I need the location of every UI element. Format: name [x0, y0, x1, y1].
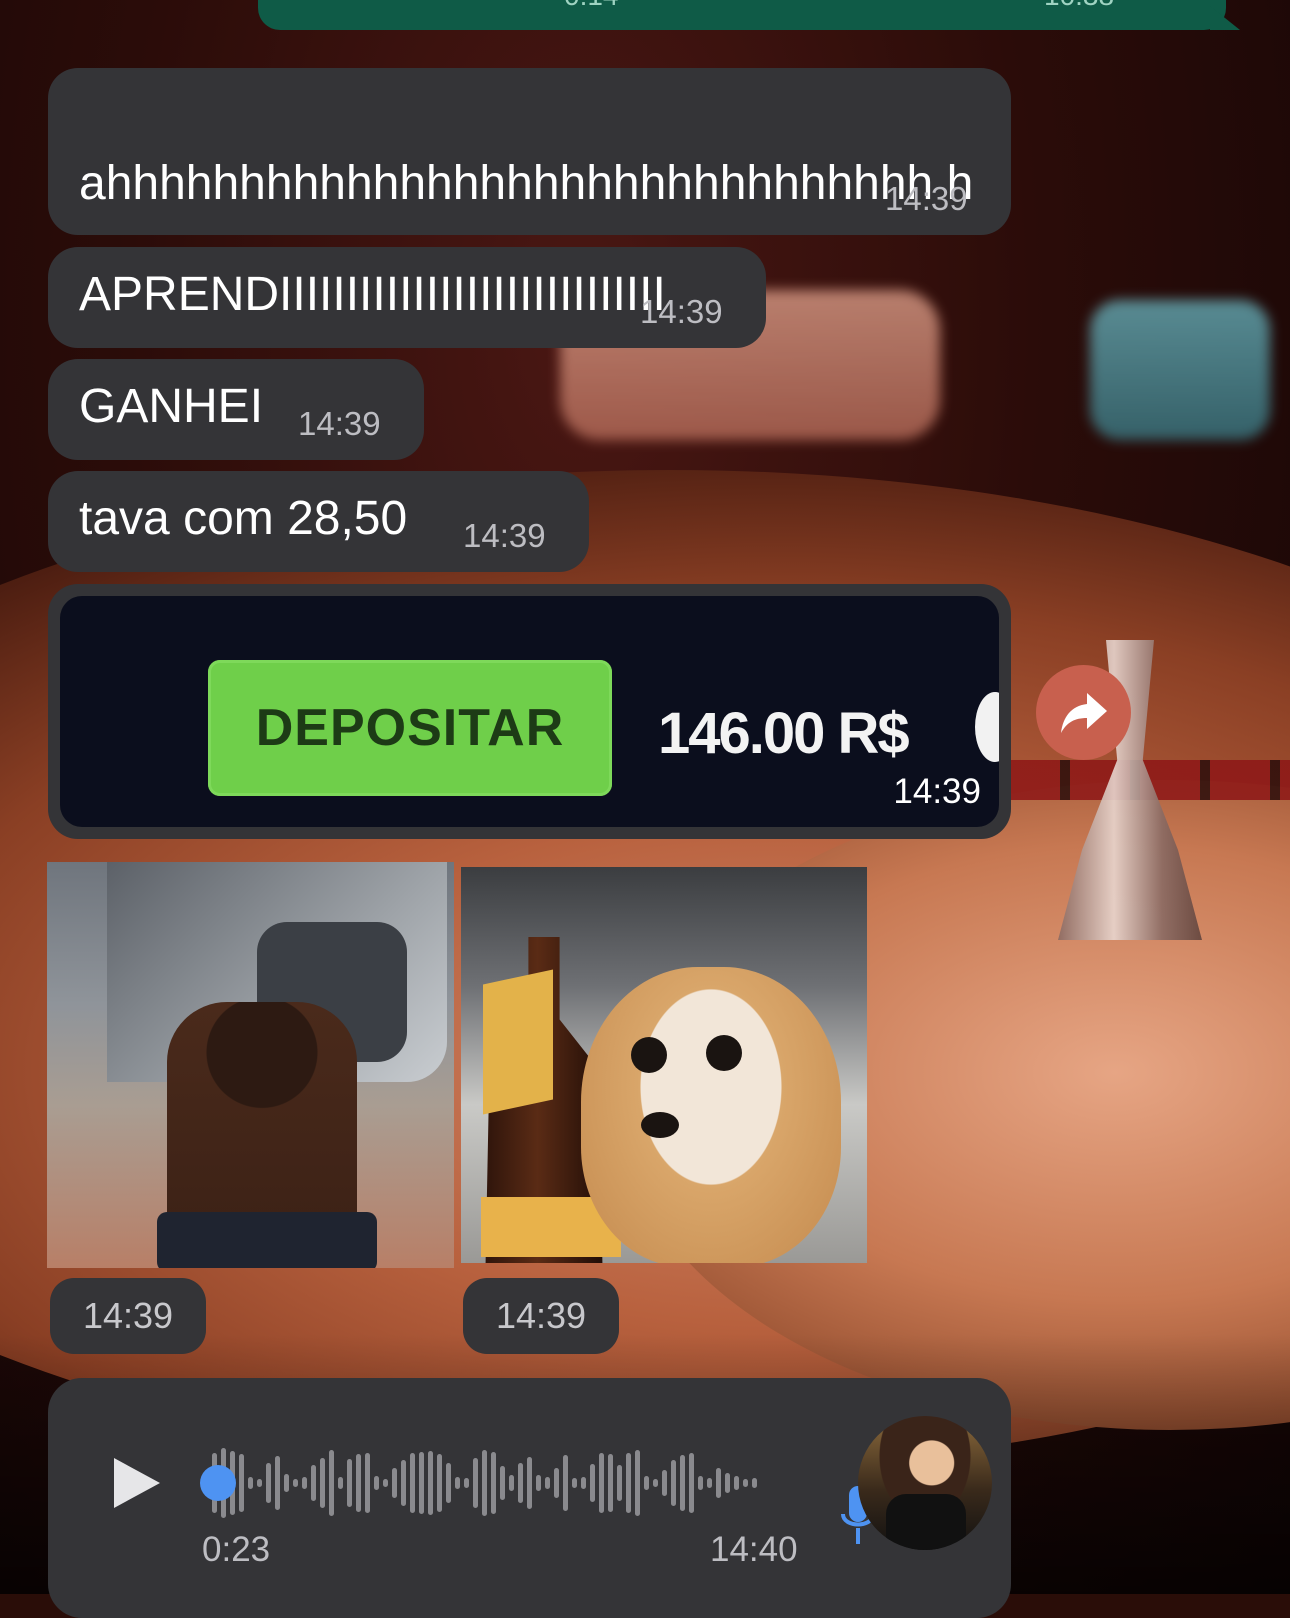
waveform-bar [320, 1458, 325, 1508]
waveform-bar [284, 1474, 289, 1492]
outgoing-message-partial[interactable]: 0:14 10:38 [258, 0, 1240, 30]
waveform-bar [374, 1476, 379, 1490]
incoming-message[interactable]: ahhhhhhhhhhhhhhhhhhhhhhhhhhhhhhh h 14:39 [48, 68, 1011, 235]
play-icon[interactable] [110, 1456, 162, 1510]
waveform-bar [545, 1477, 550, 1489]
waveform-bar [455, 1477, 460, 1489]
waveform-bar [329, 1450, 334, 1516]
waveform-bar [617, 1465, 622, 1501]
waveform-bar [509, 1475, 514, 1491]
waveform-bar [635, 1450, 640, 1516]
depositar-button-image: DEPOSITAR [208, 660, 612, 796]
waveform-bar [338, 1477, 343, 1489]
message-time: 14:39 [640, 293, 723, 330]
waveform-bar [275, 1456, 280, 1510]
waveform-bar [356, 1454, 361, 1512]
dancing-kid-sticker[interactable] [47, 862, 454, 1268]
waveform-bar [410, 1453, 415, 1513]
waveform-bar [563, 1455, 568, 1511]
waveform-bar [473, 1458, 478, 1508]
waveform-bar [743, 1479, 748, 1487]
message-text: APRENDIIIIIIIIIIIIIIIIIIIIIIIIIIIII [79, 268, 666, 321]
message-time: 14:39 [885, 180, 968, 217]
waveform-bar [554, 1468, 559, 1498]
waveform-bar [590, 1464, 595, 1502]
cut-duration: 0:14 [564, 0, 619, 12]
audio-waveform[interactable] [203, 1448, 803, 1518]
waveform-bar [671, 1460, 676, 1506]
waveform-bar [293, 1479, 298, 1487]
waveform-bar [698, 1476, 703, 1490]
coin-icon [975, 692, 999, 762]
cut-time: 10:38 [1044, 0, 1114, 12]
message-time: 14:40 [710, 1530, 798, 1569]
waveform-bar [347, 1459, 352, 1507]
waveform-bar [725, 1473, 730, 1493]
message-text: tava com 28,50 [79, 492, 408, 545]
sticker-time: 14:39 [463, 1278, 619, 1354]
waveform-bar [464, 1478, 469, 1488]
waveform-bar [365, 1453, 370, 1513]
image-message[interactable]: DEPOSITAR 146.00 R$ 14:39 [48, 584, 1011, 839]
waveform-bar [689, 1453, 694, 1513]
waveform-bar [644, 1476, 649, 1490]
waveform-bar [428, 1451, 433, 1515]
message-time: 14:39 [893, 772, 981, 811]
voice-message[interactable]: 0:23 14:40 [48, 1378, 1011, 1618]
waveform-bar [527, 1457, 532, 1509]
forward-arrow-icon [1060, 692, 1107, 733]
waveform-bar [734, 1476, 739, 1490]
waveform-bar [662, 1470, 667, 1496]
waveform-bar [491, 1452, 496, 1514]
waveform-bar [302, 1477, 307, 1489]
waveform-bar [248, 1477, 253, 1489]
waveform-bar [653, 1479, 658, 1487]
chihuahua-beer-sticker[interactable] [461, 867, 867, 1263]
screenshot-image[interactable]: DEPOSITAR 146.00 R$ [60, 596, 999, 827]
waveform-bar [608, 1454, 613, 1512]
message-time: 14:39 [463, 517, 546, 554]
waveform-bar [266, 1463, 271, 1503]
incoming-message[interactable]: tava com 28,50 14:39 [48, 471, 589, 572]
waveform-bar [500, 1466, 505, 1500]
waveform-bar [257, 1479, 262, 1487]
waveform-bar [599, 1453, 604, 1513]
waveform-bar [572, 1478, 577, 1488]
waveform-bar [716, 1468, 721, 1498]
sender-avatar[interactable] [858, 1416, 992, 1550]
voice-duration: 0:23 [202, 1530, 271, 1569]
waveform-bar [383, 1479, 388, 1487]
waveform-bar [392, 1468, 397, 1498]
waveform-bar [518, 1463, 523, 1503]
waveform-bar [752, 1478, 757, 1488]
waveform-bar [680, 1455, 685, 1511]
incoming-message[interactable]: GANHEI 14:39 [48, 359, 424, 460]
waveform-bar [707, 1478, 712, 1488]
sticker-time: 14:39 [50, 1278, 206, 1354]
message-time: 14:39 [298, 405, 381, 442]
message-text: ahhhhhhhhhhhhhhhhhhhhhhhhhhhhhhh h [79, 157, 974, 210]
waveform-bar [446, 1463, 451, 1503]
waveform-bar [419, 1452, 424, 1514]
waveform-bar [482, 1450, 487, 1516]
forward-button[interactable] [1036, 665, 1131, 760]
playback-scrubber[interactable] [200, 1465, 236, 1501]
waveform-bar [311, 1465, 316, 1501]
waveform-bar [401, 1460, 406, 1506]
waveform-bar [536, 1475, 541, 1491]
waveform-bar [581, 1477, 586, 1489]
incoming-message[interactable]: APRENDIIIIIIIIIIIIIIIIIIIIIIIIIIIII 14:3… [48, 247, 766, 348]
waveform-bar [626, 1453, 631, 1513]
balance-amount: 146.00 R$ [658, 701, 910, 766]
message-text: GANHEI [79, 380, 264, 433]
waveform-bar [437, 1454, 442, 1512]
waveform-bar [239, 1454, 244, 1512]
